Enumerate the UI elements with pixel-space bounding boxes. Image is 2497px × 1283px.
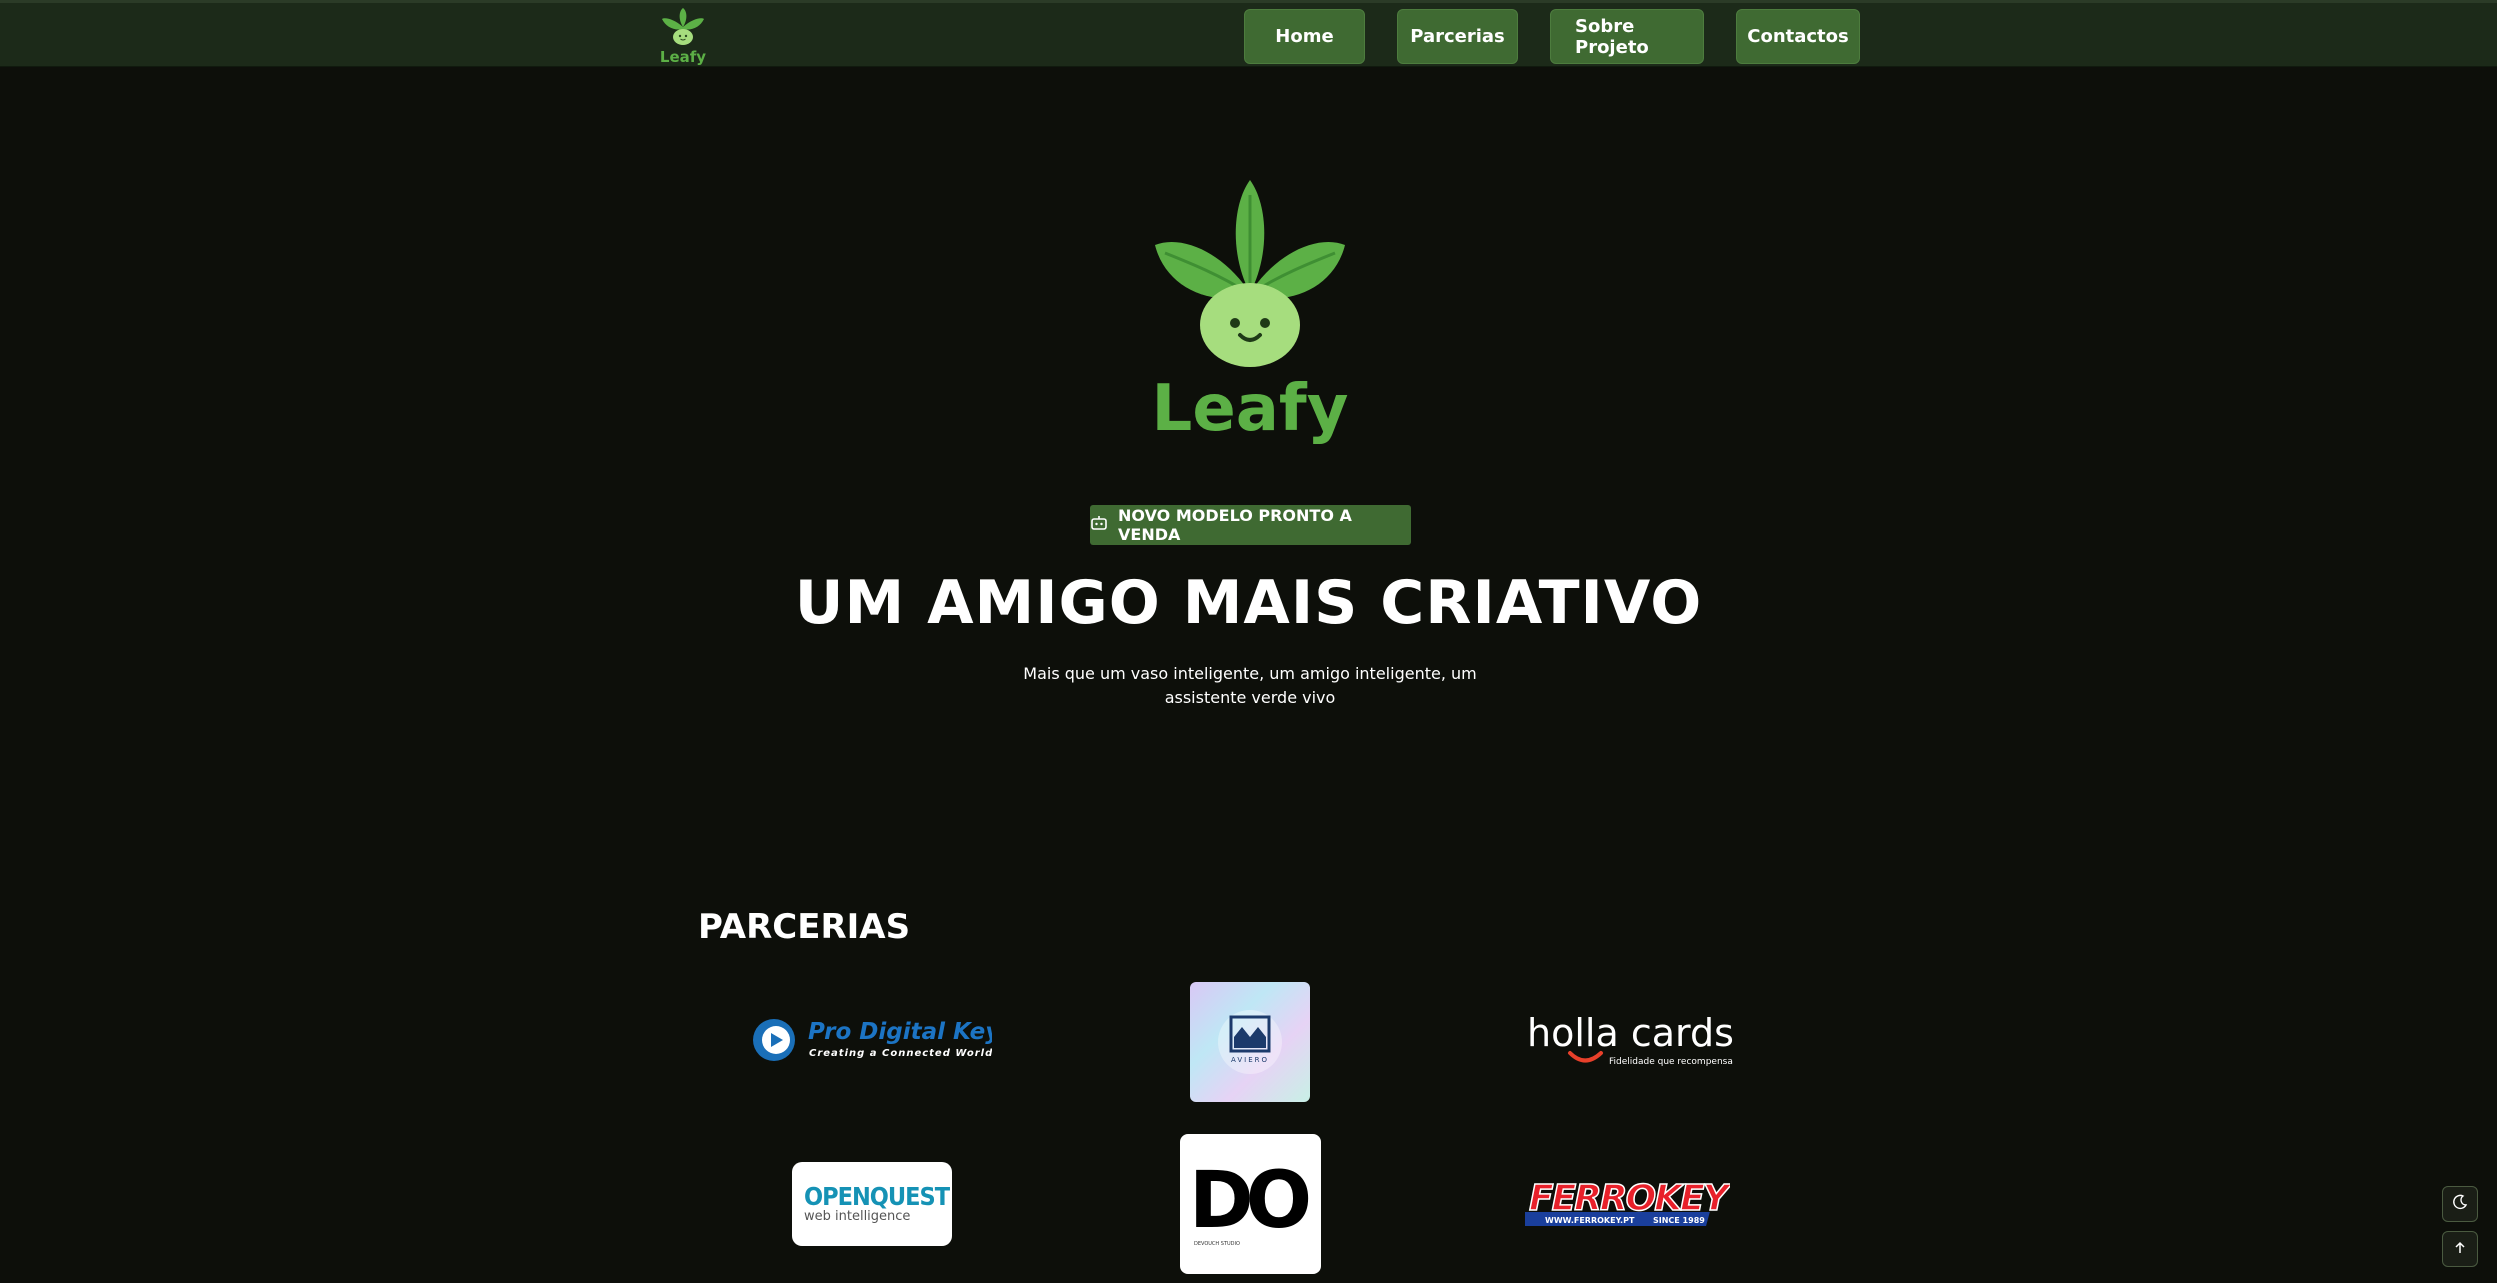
new-model-badge[interactable]: NOVO MODELO PRONTO A VENDA	[1090, 505, 1411, 545]
nav-links: Home Parcerias Sobre Projeto Contactos	[1244, 9, 1860, 64]
nav-logo[interactable]: Leafy	[660, 7, 706, 67]
partner-ferrokey[interactable]: FERROKEY WWW.FERROKEY.PT SINCE 1989	[1521, 1174, 1735, 1234]
do-studio-name: DO	[1188, 1156, 1312, 1246]
holla-cards-tagline: Fidelidade que recompensa	[1609, 1057, 1733, 1067]
nav-contactos-button[interactable]: Contactos	[1736, 9, 1860, 64]
partner-aviero[interactable]: AVIERO	[1190, 982, 1310, 1102]
scroll-top-button[interactable]	[2442, 1231, 2478, 1267]
pro-digital-key-tagline: Creating a Connected World	[809, 1048, 992, 1059]
pro-digital-key-name: Pro Digital Key	[808, 1019, 992, 1045]
partner-do-studio[interactable]: DO DEVOUCH STUDIO	[1180, 1134, 1321, 1274]
ferrokey-since: SINCE 1989	[1653, 1216, 1705, 1225]
partners-title: PARCERIAS	[698, 907, 911, 947]
arrow-up-icon	[2453, 1240, 2467, 1259]
nav-parcerias-button[interactable]: Parcerias	[1397, 9, 1518, 64]
partner-openquest[interactable]: OPENQUEST web intelligence	[792, 1162, 952, 1246]
hero-subtitle: Mais que um vaso inteligente, um amigo i…	[1023, 664, 1477, 707]
moon-icon	[2452, 1194, 2468, 1214]
holla-cards-name: holla cards	[1527, 1012, 1734, 1055]
do-studio-tagline: DEVOUCH STUDIO	[1194, 1241, 1240, 1247]
navbar: Leafy Home Parcerias Sobre Projeto Conta…	[0, 0, 2497, 67]
nav-home-button[interactable]: Home	[1244, 9, 1365, 64]
robot-icon	[1090, 514, 1108, 536]
hero-logo: Leafy	[1150, 175, 1350, 446]
hero-title: UM AMIGO MAIS CRIATIVO	[794, 568, 1703, 638]
partner-pro-digital-key[interactable]: Pro Digital Key Creating a Connected Wor…	[752, 1015, 1001, 1065]
aviero-name: AVIERO	[1231, 1056, 1269, 1064]
ferrokey-website: WWW.FERROKEY.PT	[1545, 1216, 1635, 1225]
nav-logo-text: Leafy	[660, 48, 706, 66]
partner-holla-cards[interactable]: holla cards Fidelidade que recompensa	[1525, 1011, 1735, 1070]
badge-label: NOVO MODELO PRONTO A VENDA	[1118, 506, 1352, 544]
openquest-name: OPENQUEST	[804, 1182, 950, 1211]
openquest-tagline: web intelligence	[804, 1209, 911, 1224]
theme-toggle-button[interactable]	[2442, 1186, 2478, 1222]
hero-logo-text: Leafy	[1152, 372, 1349, 445]
ferrokey-name: FERROKEY	[1529, 1178, 1730, 1219]
nav-sobre-projeto-button[interactable]: Sobre Projeto	[1550, 9, 1704, 64]
